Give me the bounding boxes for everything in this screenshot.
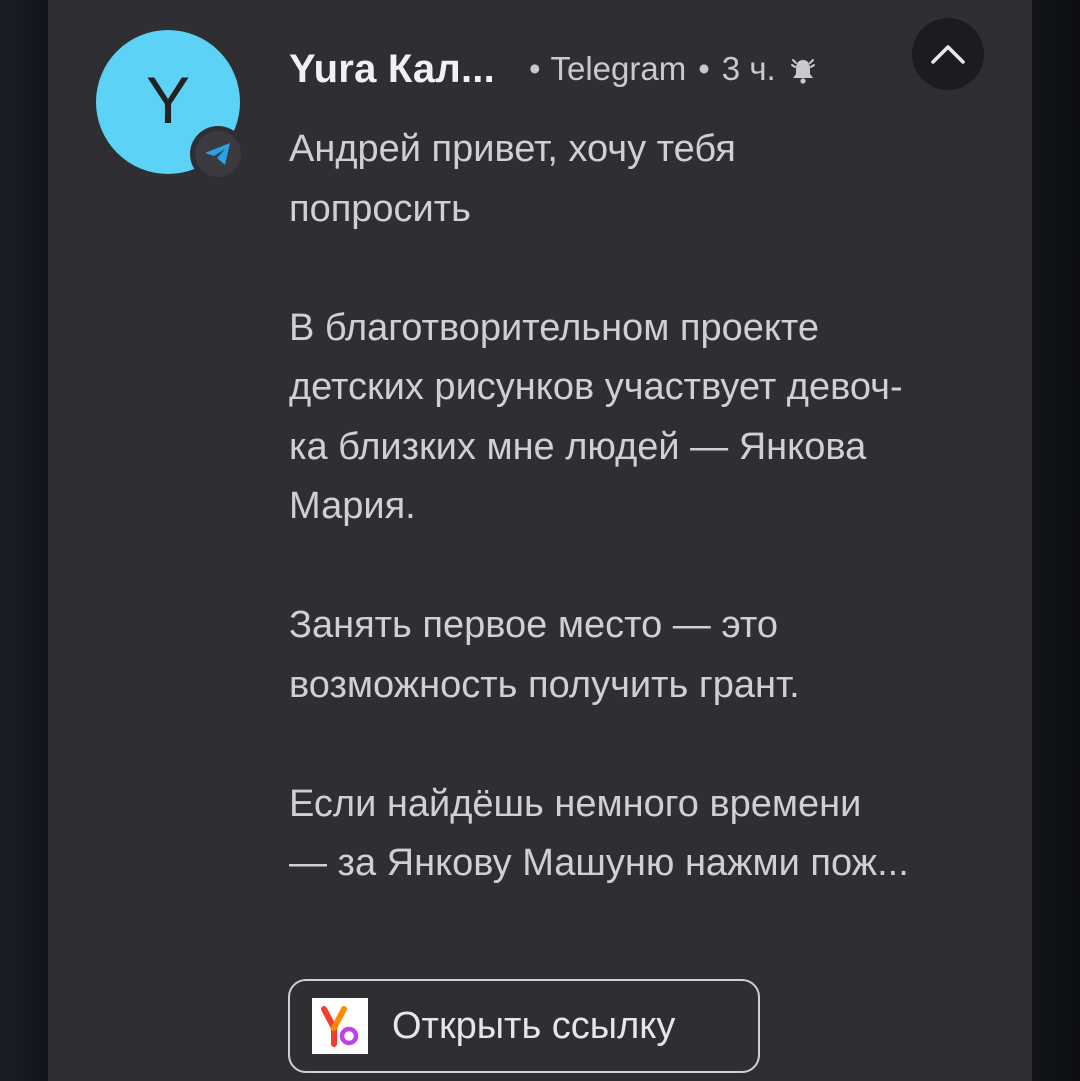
telegram-icon (190, 126, 246, 182)
notification-header: Yura Кал... • Telegram • 3 ч. (289, 42, 816, 96)
sender-name: Yura Кал... (289, 46, 495, 91)
avatar-letter: Y (145, 63, 191, 137)
open-link-label: Открыть ссылку (392, 1004, 676, 1047)
chevron-up-icon (931, 45, 965, 64)
message-line: — за Янкову Машуню нажми пож... (289, 842, 909, 884)
message-body: Андрей привет, хочу тебя попросить В бла… (289, 120, 1009, 894)
separator-dot: • (698, 50, 710, 87)
timestamp: 3 ч. (721, 50, 776, 87)
app-name: Telegram (550, 50, 687, 87)
message-line: Занять первое место — это (289, 604, 778, 646)
yandex-browser-icon (312, 998, 368, 1054)
open-link-button[interactable]: Открыть ссылку (288, 979, 760, 1073)
message-line: Мария. (289, 485, 416, 527)
message-line: Андрей привет, хочу тебя (289, 128, 736, 170)
message-line: ка близких мне людей — Янкова (289, 425, 867, 468)
collapse-button[interactable] (912, 18, 984, 90)
message-line: возможность получить грант. (289, 663, 800, 706)
separator-dot: • (528, 50, 541, 87)
message-line: Если найдёшь немного времени (289, 782, 862, 825)
message-line: В благотворительном проекте (289, 306, 820, 349)
message-line: детских рисунков участвует девоч- (289, 366, 903, 408)
message-line: попросить (289, 187, 471, 230)
bell-icon (790, 57, 816, 85)
